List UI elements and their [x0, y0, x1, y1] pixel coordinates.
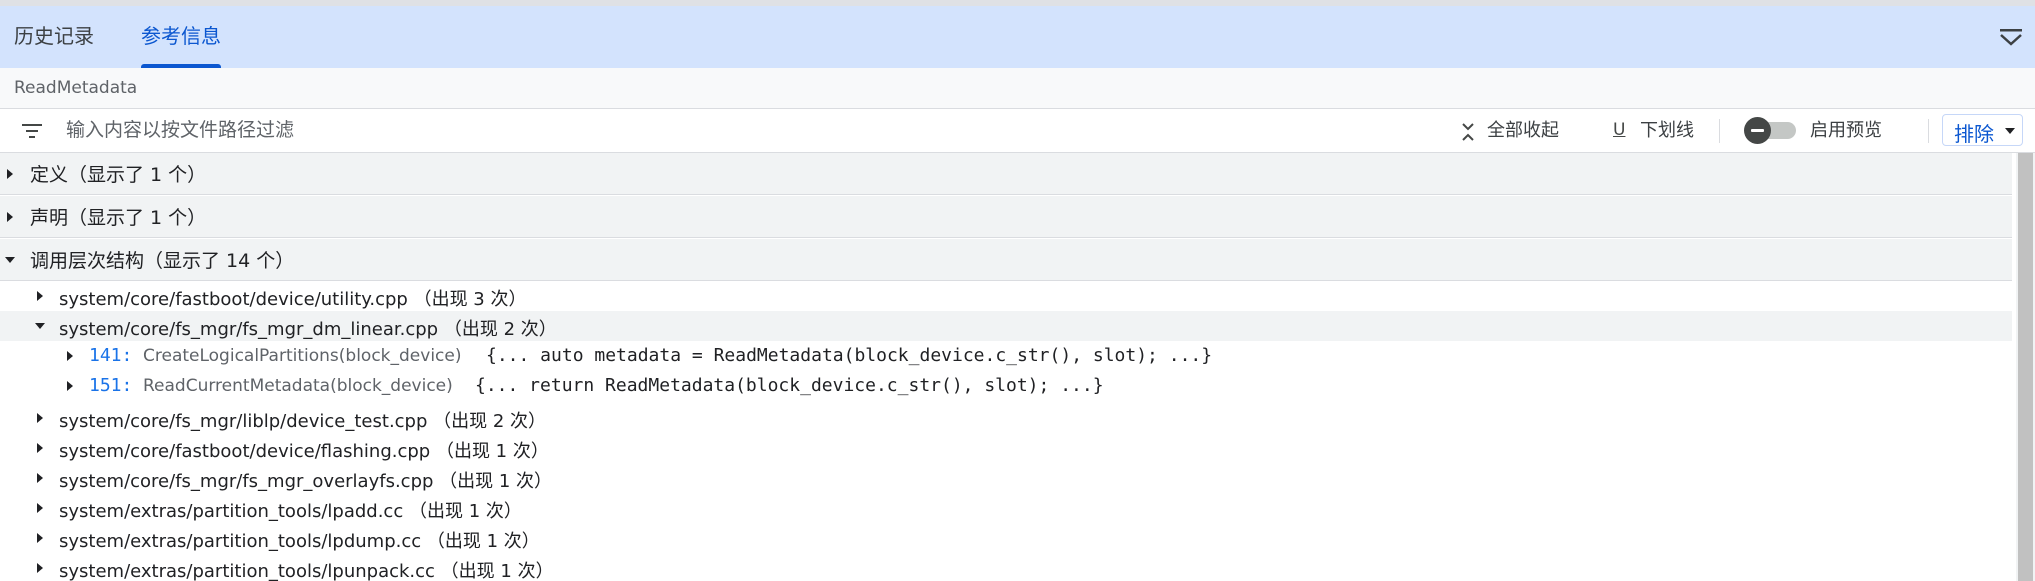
- file-row[interactable]: system/core/fs_mgr/fs_mgr_dm_linear.cpp …: [0, 311, 2012, 341]
- expand-arrow-icon: [67, 381, 73, 391]
- preview-toggle[interactable]: [1744, 117, 1798, 144]
- toolbar-divider: [1928, 119, 1929, 143]
- collapse-arrow-icon: [5, 257, 15, 263]
- breadcrumb: ReadMetadata: [0, 68, 2035, 109]
- occurrence-count: （出现 2 次）: [433, 411, 547, 432]
- file-row[interactable]: system/core/fs_mgr/liblp/device_test.cpp…: [0, 403, 2012, 433]
- file-path: system/extras/partition_tools/lpadd.cc （…: [59, 501, 522, 522]
- file-row[interactable]: system/core/fastboot/device/flashing.cpp…: [0, 433, 2012, 463]
- collapse-all-label: 全部收起: [1487, 120, 1559, 141]
- code-snippet: {... auto metadata = ReadMetadata(block_…: [486, 345, 1213, 366]
- file-path: system/core/fs_mgr/liblp/device_test.cpp…: [59, 411, 547, 432]
- expand-arrow-icon: [37, 413, 43, 423]
- exclude-dropdown[interactable]: 排除: [1942, 114, 2023, 146]
- enclosing-function: ReadCurrentMetadata(block_device): [143, 376, 453, 396]
- file-row[interactable]: system/extras/partition_tools/lpadd.cc （…: [0, 493, 2012, 523]
- file-path: system/core/fs_mgr/fs_mgr_dm_linear.cpp …: [59, 319, 557, 340]
- file-row[interactable]: system/core/fs_mgr/fs_mgr_overlayfs.cpp …: [0, 463, 2012, 493]
- code-snippet: {... return ReadMetadata(block_device.c_…: [475, 375, 1104, 396]
- expand-arrow-icon: [37, 503, 43, 513]
- preview-label: 启用预览: [1810, 120, 1882, 141]
- occurrence-count: （出现 1 次）: [435, 441, 549, 462]
- tab-bar: 历史记录 参考信息: [0, 6, 2035, 68]
- expand-arrow-icon: [37, 563, 43, 573]
- vertical-scrollbar[interactable]: [2016, 153, 2035, 581]
- occurrence-count: （出现 1 次）: [440, 561, 554, 581]
- breadcrumb-symbol: ReadMetadata: [14, 78, 138, 98]
- tab-history[interactable]: 历史记录: [14, 6, 94, 68]
- section-declarations[interactable]: 声明（显示了 1 个）: [0, 196, 2012, 238]
- reference-row[interactable]: 151: ReadCurrentMetadata(block_device) {…: [0, 371, 2012, 401]
- collapse-arrow-icon: [35, 323, 45, 329]
- expand-arrow-icon: [37, 533, 43, 543]
- dropdown-caret-icon: [2005, 128, 2015, 134]
- collapse-panel-button[interactable]: [1997, 24, 2025, 52]
- expand-arrow-icon: [7, 169, 13, 179]
- filter-toolbar: 全部收起 U 下划线 启用预览 排除: [0, 109, 2035, 153]
- section-call-hierarchy[interactable]: 调用层次结构（显示了 14 个）: [0, 239, 2012, 281]
- occurrence-count: （出现 3 次）: [413, 289, 527, 310]
- expand-arrow-icon: [37, 473, 43, 483]
- occurrence-count: （出现 1 次）: [408, 501, 522, 522]
- line-number: 151:: [89, 375, 133, 396]
- file-path: system/core/fs_mgr/fs_mgr_overlayfs.cpp …: [59, 471, 553, 492]
- occurrence-count: （出现 1 次）: [426, 531, 540, 552]
- expand-arrow-icon: [37, 291, 43, 301]
- file-path: system/extras/partition_tools/lpunpack.c…: [59, 561, 554, 581]
- unfold-less-icon: [1462, 123, 1474, 141]
- section-definitions[interactable]: 定义（显示了 1 个）: [0, 153, 2012, 195]
- scrollbar-thumb[interactable]: [2018, 153, 2033, 581]
- occurrence-count: （出现 2 次）: [443, 319, 557, 340]
- exclude-dropdown-label: 排除: [1954, 122, 1994, 146]
- enclosing-function: CreateLogicalPartitions(block_device): [143, 346, 462, 366]
- expand-arrow-icon: [37, 443, 43, 453]
- expand-arrow-icon: [67, 351, 73, 361]
- occurrence-count: （出现 1 次）: [439, 471, 553, 492]
- file-path: system/core/fastboot/device/flashing.cpp…: [59, 441, 549, 462]
- underline-icon: U: [1613, 120, 1626, 140]
- file-row[interactable]: system/core/fastboot/device/utility.cpp …: [0, 281, 2012, 311]
- file-path: system/core/fastboot/device/utility.cpp …: [59, 289, 527, 310]
- section-label: 声明（显示了 1 个）: [30, 207, 207, 229]
- file-path: system/extras/partition_tools/lpdump.cc …: [59, 531, 540, 552]
- section-label: 定义（显示了 1 个）: [30, 164, 207, 186]
- expand-arrow-icon: [7, 212, 13, 222]
- reference-row[interactable]: 141: CreateLogicalPartitions(block_devic…: [0, 341, 2012, 371]
- toggle-knob: [1744, 117, 1771, 144]
- line-number: 141:: [89, 345, 133, 366]
- underline-label: 下划线: [1640, 120, 1694, 141]
- file-row[interactable]: system/extras/partition_tools/lpunpack.c…: [0, 553, 2012, 581]
- path-filter-input[interactable]: [66, 115, 966, 145]
- toolbar-divider: [1719, 119, 1720, 143]
- file-row[interactable]: system/extras/partition_tools/lpdump.cc …: [0, 523, 2012, 553]
- references-list: 定义（显示了 1 个） 声明（显示了 1 个） 调用层次结构（显示了 14 个）…: [0, 153, 2012, 581]
- tab-references[interactable]: 参考信息: [141, 6, 221, 68]
- filter-icon: [22, 124, 42, 138]
- collapse-panel-icon: [2000, 29, 2022, 46]
- section-label: 调用层次结构（显示了 14 个）: [30, 250, 295, 272]
